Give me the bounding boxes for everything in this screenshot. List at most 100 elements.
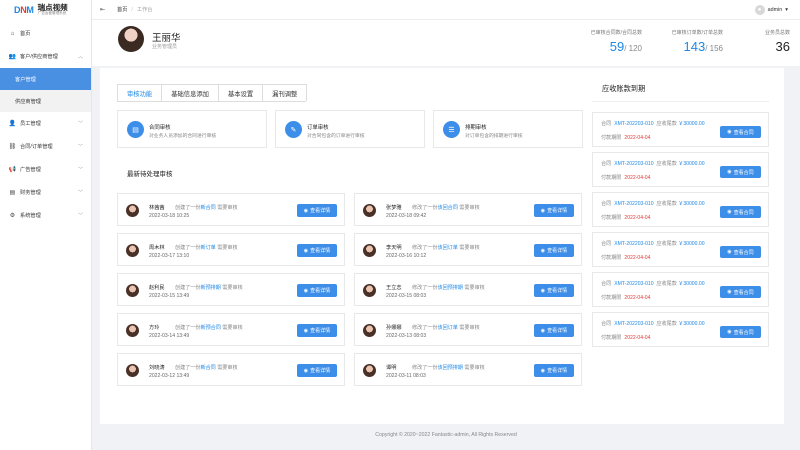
view-detail-button[interactable]: ◉ 查看详情: [297, 364, 337, 377]
eye-icon: ◉: [540, 287, 546, 294]
task-card: 赵利民 创建了一份新预排期 需要审核 2022-03-15 13:49 ◉ 查看详…: [117, 273, 345, 306]
tab-settings[interactable]: 基本设置: [217, 84, 264, 101]
eye-icon: ◉: [540, 207, 546, 214]
sidebar-item-system[interactable]: ⚙ 系统管理 ﹀: [0, 204, 91, 227]
caret-down-icon: ▾: [785, 6, 788, 13]
tab-basic-info[interactable]: 基础信息添加: [161, 84, 219, 101]
task-card: 方玲 创建了一份新预合同 需要审核 2022-03-14 13:49 ◉ 查看详情: [117, 313, 345, 346]
task-link[interactable]: 该回订单: [437, 325, 457, 331]
chevron-down-icon: ﹀: [77, 144, 83, 150]
tab-bar: 审核功能 基础信息添加 基本设置 漏刊调整: [117, 84, 308, 102]
breadcrumb: 首页 / 工作台: [117, 7, 153, 13]
profile-name: 王丽华: [152, 33, 181, 44]
view-detail-button[interactable]: ◉ 查看详情: [534, 324, 574, 337]
breadcrumb-current: 工作台: [136, 7, 153, 13]
task-link[interactable]: 该回合同: [437, 205, 457, 211]
profile-role: 业务管理员: [152, 44, 178, 50]
view-detail-button[interactable]: ◉ 查看详情: [534, 244, 574, 257]
receivable-card: 合同 XMT-202203-010 应收尾款 ￥30000.00 付款期限 2022…: [592, 152, 769, 187]
sidebar-item-staff[interactable]: 👤 员工管理 ﹀: [0, 112, 91, 135]
sidebar-item-customer-mgmt[interactable]: 客户管理: [0, 68, 91, 90]
tab-missed-adjust[interactable]: 漏刊调整: [262, 84, 308, 101]
task-link[interactable]: 该回订单: [437, 245, 457, 251]
view-detail-button[interactable]: ◉ 查看详情: [297, 204, 337, 217]
avatar: [126, 324, 139, 337]
main-panel: 审核功能 基础信息添加 基本设置 漏刊调整 ▤ 合同审核 对业务人员添加的合同进…: [100, 68, 784, 424]
task-link[interactable]: 新预合同: [200, 325, 220, 331]
logo[interactable]: DNM 瑞点视频 广告运营管理系统: [0, 0, 91, 20]
chevron-down-icon: ﹀: [77, 167, 83, 173]
sidebar-item-contract[interactable]: ⛓ 合同/订单管理 ﹀: [0, 135, 91, 158]
view-detail-button[interactable]: ◉ 查看详情: [534, 364, 574, 377]
receivable-card: 合同 XMT-202203-010 应收尾款 ￥30000.00 付款期限 2022…: [592, 112, 769, 147]
eye-icon: ◉: [727, 129, 732, 135]
task-card: 刘晓涛 创建了一份新合同 需要审核 2022-03-12 13:49 ◉ 查看详情: [117, 353, 345, 386]
task-link[interactable]: 该回预排期: [437, 285, 462, 291]
sidebar-item-customer-group[interactable]: 👥 客户/供应商管理 ︿: [0, 45, 91, 68]
view-contract-button[interactable]: ◉ 查看合同: [720, 166, 761, 178]
topbar: ⇤ 首页 / 工作台 ● admin ▾: [92, 0, 800, 20]
view-detail-button[interactable]: ◉ 查看详情: [297, 284, 337, 297]
eye-icon: ◉: [727, 209, 732, 215]
footer: Copyright © 2020~2022 Fantastic-admin, A…: [375, 432, 517, 438]
view-contract-button[interactable]: ◉ 查看合同: [720, 126, 761, 138]
view-contract-button[interactable]: ◉ 查看合同: [720, 246, 761, 258]
receivable-card: 合同 XMT-202203-010 应收尾款 ￥30000.00 付款期限 2022…: [592, 232, 769, 267]
task-link[interactable]: 新订单: [200, 245, 215, 251]
home-icon: ⌂: [10, 30, 15, 37]
breadcrumb-home[interactable]: 首页: [117, 7, 127, 13]
quick-schedule-review[interactable]: ☰ 排期审核 对订单包含的排期进行审核: [433, 110, 583, 148]
eye-icon: ◉: [727, 249, 732, 255]
list-icon: ☰: [443, 121, 460, 138]
eye-icon: ◉: [540, 327, 546, 334]
task-link[interactable]: 新合同: [200, 365, 215, 371]
profile-avatar: [118, 26, 144, 52]
sidebar-item-ad[interactable]: 📢 广告管理 ﹀: [0, 158, 91, 181]
eye-icon: ◉: [540, 247, 546, 254]
profile-header: 王丽华 业务管理员 已审核合同数/合同总数 59/ 120 已审核订单数/订单总…: [92, 20, 800, 66]
eye-icon: ◉: [727, 329, 732, 335]
avatar: [363, 324, 376, 337]
task-card: 张梦雅 修改了一份该回合同 需要审核 2022-03-18 09:42 ◉ 查看详…: [354, 193, 582, 226]
view-contract-button[interactable]: ◉ 查看合同: [720, 286, 761, 298]
task-link[interactable]: 新预排期: [200, 285, 220, 291]
view-detail-button[interactable]: ◉ 查看详情: [534, 204, 574, 217]
quick-order-review[interactable]: ✎ 订单审核 对合同包含的订单进行审核: [275, 110, 425, 148]
task-link[interactable]: 该回预排期: [437, 365, 462, 371]
document-icon: ▤: [127, 121, 144, 138]
sidebar-item-supplier-mgmt[interactable]: 供应商管理: [0, 90, 91, 112]
receivable-card: 合同 XMT-202203-010 应收尾款 ￥30000.00 付款期限 2022…: [592, 192, 769, 227]
eye-icon: ◉: [303, 207, 309, 214]
stat-salespeople: 业务员总数 36: [764, 30, 790, 54]
avatar: [126, 284, 139, 297]
eye-icon: ◉: [303, 367, 309, 374]
view-contract-button[interactable]: ◉ 查看合同: [720, 326, 761, 338]
task-card: 王立志 修改了一份该回预排期 需要审核 2022-03-15 08:03 ◉ 查看…: [354, 273, 582, 306]
stat-contracts: 已审核合同数/合同总数 59/ 120: [590, 30, 642, 54]
logo-mark: DNM: [14, 5, 34, 15]
user-menu[interactable]: ● admin ▾: [754, 4, 788, 15]
quick-contract-review[interactable]: ▤ 合同审核 对业务人员添加的合同进行审核: [117, 110, 267, 148]
tab-review[interactable]: 审核功能: [117, 84, 163, 101]
megaphone-icon: 📢: [8, 167, 17, 173]
eye-icon: ◉: [727, 289, 732, 295]
users-icon: 👥: [8, 54, 17, 60]
view-detail-button[interactable]: ◉ 查看详情: [297, 324, 337, 337]
view-detail-button[interactable]: ◉ 查看详情: [297, 244, 337, 257]
username: admin: [767, 6, 783, 13]
sidebar-item-finance[interactable]: ▤ 财务管理 ﹀: [0, 181, 91, 204]
chevron-down-icon: ﹀: [77, 190, 83, 196]
receivable-card: 合同 XMT-202203-010 应收尾款 ￥30000.00 付款期限 2022…: [592, 272, 769, 307]
indent-icon[interactable]: ⇤: [100, 6, 105, 13]
avatar: [126, 364, 139, 377]
gear-icon: ⚙: [9, 213, 16, 219]
view-contract-button[interactable]: ◉ 查看合同: [720, 206, 761, 218]
view-detail-button[interactable]: ◉ 查看详情: [534, 284, 574, 297]
avatar: [126, 244, 139, 257]
chevron-down-icon: ﹀: [77, 213, 83, 219]
task-link[interactable]: 新合同: [200, 205, 215, 211]
stat-orders: 已审核订单数/订单总数 143/ 156: [671, 30, 723, 54]
sidebar-item-home[interactable]: ⌂ 首页: [0, 22, 91, 45]
edit-icon: ✎: [285, 121, 302, 138]
link-icon: ⛓: [8, 144, 17, 150]
